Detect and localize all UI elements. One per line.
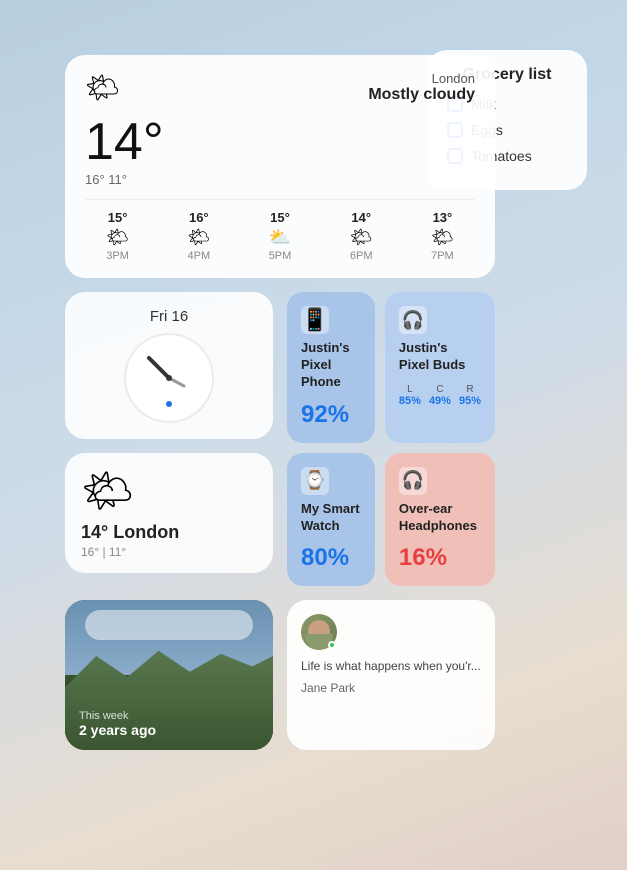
photos-ago-label: 2 years ago bbox=[79, 722, 156, 738]
weather-forecast: 15° 🌤 3PM 16° 🌤 4PM 15° ⛅ 5PM 14° 🌤 bbox=[85, 199, 475, 262]
clock-widget: Fri 16 bbox=[65, 292, 273, 439]
message-widget[interactable]: Life is what happens when you'r... Jane … bbox=[287, 600, 495, 750]
forecast-3pm: 15° 🌤 3PM bbox=[85, 210, 150, 262]
phone-icon: 📱 bbox=[301, 306, 329, 334]
small-weather-temp: 14° London bbox=[81, 522, 179, 543]
headphones-icon: 🎧 bbox=[399, 467, 427, 495]
forecast-5pm: 15° ⛅ 5PM bbox=[247, 210, 312, 262]
watch-icon: ⌚ bbox=[301, 467, 329, 495]
device-pixel-phone[interactable]: 📱 Justin'sPixel Phone 92% bbox=[287, 292, 375, 443]
message-text: Life is what happens when you'r... bbox=[301, 658, 481, 675]
message-sender: Jane Park bbox=[301, 681, 481, 695]
small-weather-hilow: 16° | 11° bbox=[81, 545, 126, 559]
device-headphones[interactable]: 🎧 Over-earHeadphones 16% bbox=[385, 453, 495, 587]
weather-location: London bbox=[368, 71, 475, 86]
device-pixel-buds[interactable]: 🎧 Justin'sPixel Buds L 85% C 49% R bbox=[385, 292, 495, 443]
weather-hi-low: 16° 11° bbox=[85, 172, 475, 187]
clock-dot bbox=[166, 401, 172, 407]
clock-date: Fri 16 bbox=[150, 308, 188, 325]
device-buds-name: Justin'sPixel Buds bbox=[399, 340, 481, 374]
device-phone-battery: 92% bbox=[301, 401, 361, 429]
device-headphones-name: Over-earHeadphones bbox=[399, 501, 481, 535]
weather-temp-main: 14° bbox=[85, 116, 475, 168]
device-buds-channels: L 85% C 49% R 95% bbox=[399, 384, 481, 407]
photos-caption: This week 2 years ago bbox=[79, 710, 156, 738]
device-watch-battery: 80% bbox=[301, 544, 361, 572]
weather-widget: 🌤 London Mostly cloudy 14° 16° 11° 15° 🌤… bbox=[65, 55, 495, 278]
devices-grid: 📱 Justin'sPixel Phone 92% 🎧 Justin'sPixe… bbox=[287, 292, 495, 586]
photos-clouds bbox=[85, 610, 253, 640]
weather-icon: 🌤 bbox=[85, 71, 121, 104]
small-weather-icon: 🌤 bbox=[81, 467, 134, 516]
channel-left: L 85% bbox=[399, 384, 421, 407]
message-header bbox=[301, 614, 481, 650]
photos-widget[interactable]: This week 2 years ago bbox=[65, 600, 273, 750]
photos-time-label: This week bbox=[79, 710, 156, 722]
device-watch-name: My SmartWatch bbox=[301, 501, 361, 535]
buds-icon: 🎧 bbox=[399, 306, 427, 334]
online-dot bbox=[328, 641, 336, 649]
device-smart-watch[interactable]: ⌚ My SmartWatch 80% bbox=[287, 453, 375, 587]
weather-description: Mostly cloudy bbox=[368, 86, 475, 104]
forecast-6pm: 14° 🌤 6PM bbox=[329, 210, 394, 262]
forecast-4pm: 16° 🌤 4PM bbox=[166, 210, 231, 262]
forecast-7pm: 13° 🌤 7PM bbox=[410, 210, 475, 262]
channel-right: R 95% bbox=[459, 384, 481, 407]
device-headphones-battery: 16% bbox=[399, 544, 481, 572]
small-weather-widget: 🌤 14° London 16° | 11° bbox=[65, 453, 273, 573]
device-phone-name: Justin'sPixel Phone bbox=[301, 340, 361, 391]
channel-center: C 49% bbox=[429, 384, 451, 407]
clock-face bbox=[124, 333, 214, 423]
avatar-container bbox=[301, 614, 337, 650]
